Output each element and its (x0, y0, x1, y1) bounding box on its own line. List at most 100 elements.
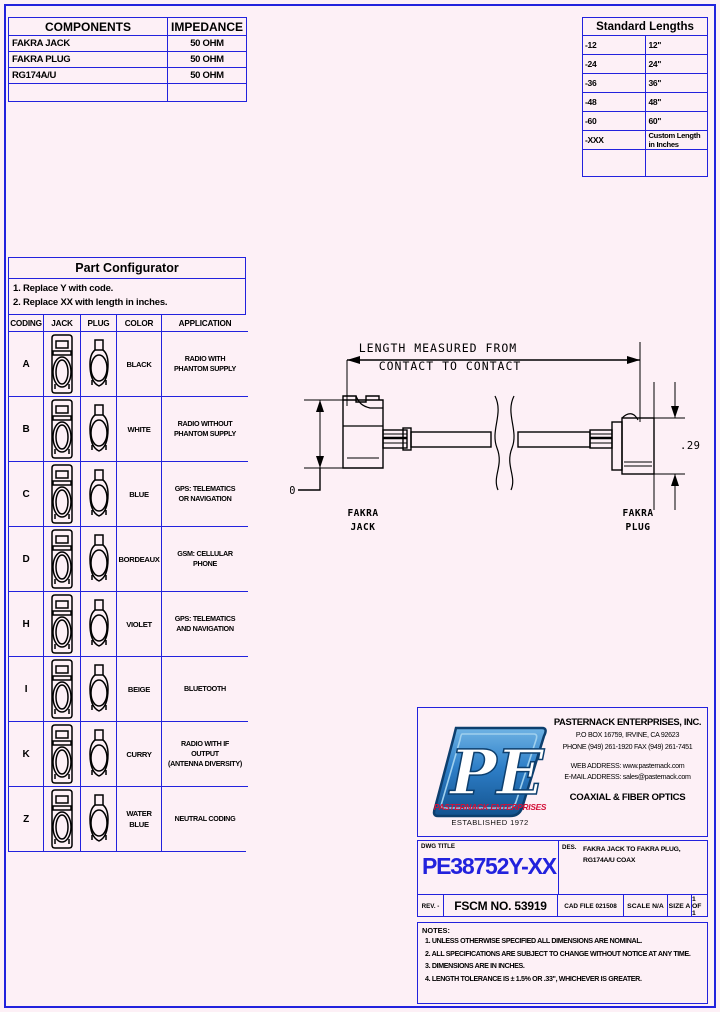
plug-latch (621, 413, 639, 421)
length-value: 24" (644, 54, 708, 74)
coding-color: BEIGE (116, 656, 162, 722)
coding-color: WATER BLUE (116, 786, 162, 851)
sheet-field: 1 OF 1 (692, 895, 702, 917)
break-line-left (494, 395, 500, 491)
note-item: 2. ALL SPECIFICATIONS ARE SUBJECT TO CHA… (425, 949, 691, 958)
part-configurator-instructions: 1. Replace Y with code. 2. Replace XX wi… (9, 279, 245, 315)
length-code: -24 (582, 54, 646, 74)
table-row: H VIOLET GPS: TELEMATICS AND NAVIGATION (9, 591, 248, 657)
components-header-component: COMPONENTS (8, 17, 168, 36)
fakra-plug-icon (80, 461, 117, 527)
component-impedance (167, 83, 247, 102)
coding-application: RADIO WITH PHANTOM SUPPLY (161, 331, 248, 397)
table-row: Z WATER BLUE NEUTRAL CODING (9, 786, 248, 851)
plug-collar (611, 421, 623, 471)
drawing-sheet: COMPONENTS IMPEDANCE FAKRA JACK 50 OHM F… (0, 0, 720, 1012)
arrow-down-icon (316, 400, 324, 412)
table-row: -XXX Custom Length in Inches (582, 130, 708, 150)
coding-application: GSM: CELLULAR PHONE (161, 526, 248, 592)
company-phone-fax: PHONE (949) 261-1920 FAX (949) 261-7451 (562, 743, 693, 751)
coding-color: VIOLET (116, 591, 162, 657)
coding-application: GPS: TELEMATICS AND NAVIGATION (161, 591, 248, 657)
cable-left (410, 431, 492, 448)
coding-color: BORDEAUX (116, 526, 162, 592)
component-impedance: 50 OHM (167, 35, 247, 52)
company-email: E-MAIL ADDRESS: sales@pasternack.com (564, 773, 691, 781)
company-web: WEB ADDRESS: www.pasternack.com (570, 762, 685, 770)
coding-code: Z (9, 786, 44, 851)
table-header-row: CODING JACK PLUG COLOR APPLICATION (9, 315, 248, 332)
plug-label-line1: FAKRA (622, 508, 653, 519)
part-number: PE38752Y-XX (422, 853, 557, 879)
standard-lengths-table: Standard Lengths -12 12" -24 24" -36 36"… (582, 17, 708, 177)
col-header-plug: PLUG (80, 315, 117, 332)
arrow-right-icon (627, 356, 640, 364)
component-name: RG174A/U (8, 67, 168, 84)
title-block-upper: DWG TITLE PE38752Y-XX DES. FAKRA JACK TO… (418, 841, 707, 895)
title-block-lower: REV. - FSCM NO. 53919 CAD FILE 021508 SC… (418, 895, 707, 917)
fakra-plug-icon (80, 786, 117, 851)
table-row (582, 149, 708, 177)
coding-application: RADIO WITH IF OUTPUT (ANTENNA DIVERSITY) (161, 721, 248, 787)
length-value: 60" (644, 111, 708, 131)
table-header-row: Standard Lengths (582, 17, 708, 36)
dwg-title-label: DWG TITLE (421, 843, 456, 850)
fakra-jack-icon (43, 526, 81, 592)
table-header-row: COMPONENTS IMPEDANCE (8, 17, 247, 36)
table-row: -60 60" (582, 111, 708, 131)
left-dimension-label: .540 (290, 485, 296, 497)
col-header-application: APPLICATION (161, 315, 248, 332)
note-item: 3. DIMENSIONS ARE IN INCHES. (425, 962, 525, 970)
coding-application: BLUETOOTH (161, 656, 248, 722)
title-block: DWG TITLE PE38752Y-XX DES. FAKRA JACK TO… (417, 840, 708, 917)
col-header-jack: JACK (43, 315, 81, 332)
revision-field: REV. - (418, 895, 444, 917)
fakra-plug-icon (80, 526, 117, 592)
table-row: FAKRA PLUG 50 OHM (8, 51, 247, 68)
jack-label-line2: JACK (351, 522, 376, 533)
length-value: Custom Length in Inches (644, 130, 708, 150)
components-header-impedance: IMPEDANCE (167, 17, 247, 36)
dimension-note-line1: LENGTH MEASURED FROM (359, 341, 517, 355)
cad-file-field: CAD FILE 021508 (558, 895, 624, 917)
fakra-plug-icon (80, 591, 117, 657)
notes-header: NOTES: (422, 926, 450, 935)
coding-color: CURRY (116, 721, 162, 787)
table-row: B WHITE RADIO WITHOUT PHANTOM SUPPLY (9, 396, 248, 462)
arrow-left-icon (347, 356, 360, 364)
leader-line (298, 468, 321, 491)
coding-code: A (9, 331, 44, 397)
company-info: PASTERNACK ENTERPRISES, INC. P.O BOX 167… (550, 716, 705, 803)
components-table: COMPONENTS IMPEDANCE FAKRA JACK 50 OHM F… (8, 17, 247, 102)
notes-block: NOTES: 1. UNLESS OTHERWISE SPECIFIED ALL… (417, 922, 708, 1004)
coding-color: WHITE (116, 396, 162, 462)
length-code: -12 (582, 35, 646, 55)
coding-code: B (9, 396, 44, 462)
coding-color: BLACK (116, 331, 162, 397)
table-row: D BORDEAUX GSM: CELLULAR PHONE (9, 526, 248, 592)
instruction-line: 2. Replace XX with length in inches. (13, 297, 168, 308)
break-line-right (509, 395, 515, 491)
arrow-down-icon (671, 406, 679, 418)
logo-established: ESTABLISHED 1972 (451, 818, 529, 827)
plug-label-line2: PLUG (626, 522, 651, 533)
table-row: C BLUE GPS: TELEMATICS OR NAVIGATION (9, 461, 248, 527)
length-value: 36" (644, 73, 708, 93)
note-item: 1. UNLESS OTHERWISE SPECIFIED ALL DIMENS… (425, 937, 642, 945)
coding-code: C (9, 461, 44, 527)
length-value: 48" (644, 92, 708, 112)
table-row: I BEIGE BLUETOOTH (9, 656, 248, 722)
jack-label-line1: FAKRA (347, 508, 378, 519)
table-row: K CURRY RADIO WITH IF OUTPUT (ANTENNA DIVERS… (9, 721, 248, 787)
right-dimension-label: .292ø (680, 440, 700, 452)
coding-table-body: A BLACK RADIO WITH PHANTOM SUPPLY B WHITE RADI… (9, 331, 248, 851)
table-row: -12 12" (582, 35, 708, 55)
description-cell: DES. FAKRA JACK TO FAKRA PLUG, RG174A/U … (559, 841, 707, 894)
component-name: FAKRA PLUG (8, 51, 168, 68)
part-configurator: Part Configurator 1. Replace Y with code… (8, 257, 248, 852)
fakra-jack-icon (43, 591, 81, 657)
cable-assembly-drawing: LENGTH MEASURED FROM CONTACT TO CONTACT … (290, 341, 700, 533)
fakra-jack-icon (43, 656, 81, 722)
part-configurator-title: Part Configurator (9, 258, 245, 279)
company-name: PASTERNACK ENTERPRISES, INC. (553, 716, 702, 727)
